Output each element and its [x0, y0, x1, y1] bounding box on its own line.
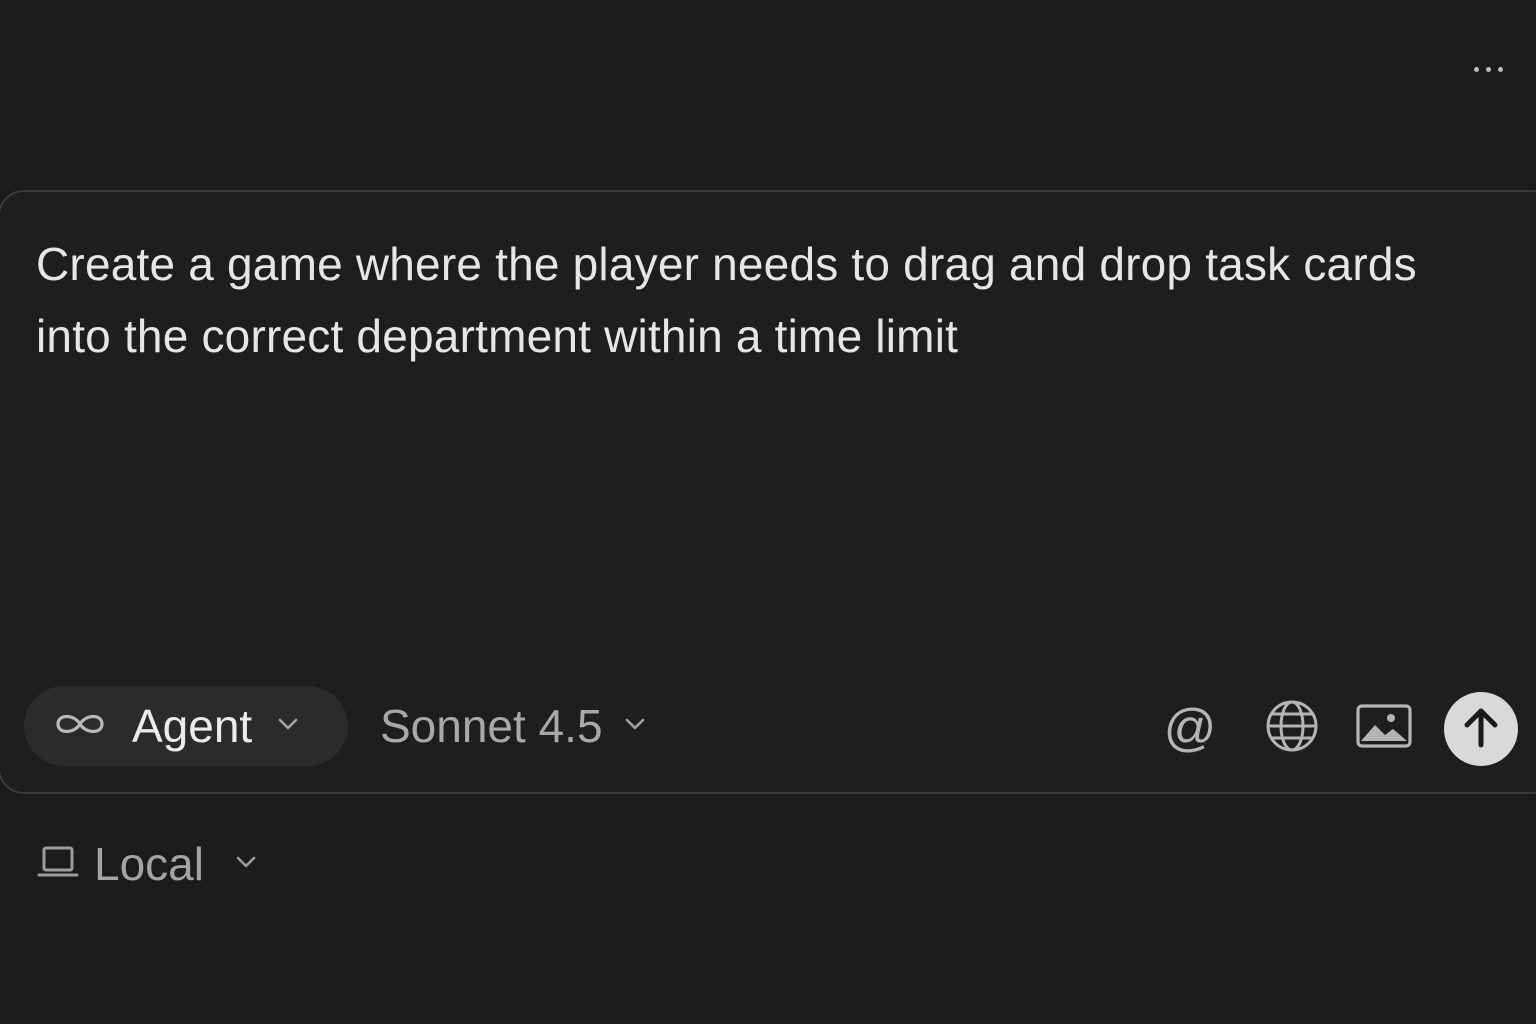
chevron-down-icon [234, 854, 258, 875]
ellipsis-icon [1497, 66, 1503, 72]
prompt-composer[interactable]: Create a game where the player needs to … [0, 190, 1536, 794]
at-icon: @ [1163, 699, 1217, 757]
attach-image-button[interactable] [1354, 698, 1414, 758]
model-label: Sonnet 4.5 [380, 700, 603, 752]
ellipsis-icon [1485, 66, 1491, 72]
model-selector[interactable]: Sonnet 4.5 [380, 686, 647, 766]
mode-label: Agent [132, 700, 253, 752]
more-options-button[interactable] [1462, 52, 1514, 86]
chevron-down-icon [623, 716, 647, 737]
prompt-input[interactable]: Create a game where the player needs to … [36, 228, 1476, 372]
globe-icon [1264, 698, 1320, 759]
ellipsis-icon [1473, 66, 1479, 72]
send-button[interactable] [1444, 692, 1518, 766]
mode-selector[interactable]: Agent [24, 686, 348, 766]
mention-button[interactable]: @ [1160, 698, 1220, 758]
environment-selector[interactable]: Local [36, 834, 258, 894]
chevron-down-icon [276, 716, 300, 737]
environment-label: Local [94, 838, 204, 890]
arrow-up-icon [1461, 705, 1501, 754]
laptop-icon [36, 842, 80, 887]
image-icon [1355, 703, 1413, 754]
web-search-button[interactable] [1262, 698, 1322, 758]
infinity-icon [52, 709, 108, 744]
chat-page: Create a game where the player needs to … [0, 0, 1536, 1024]
